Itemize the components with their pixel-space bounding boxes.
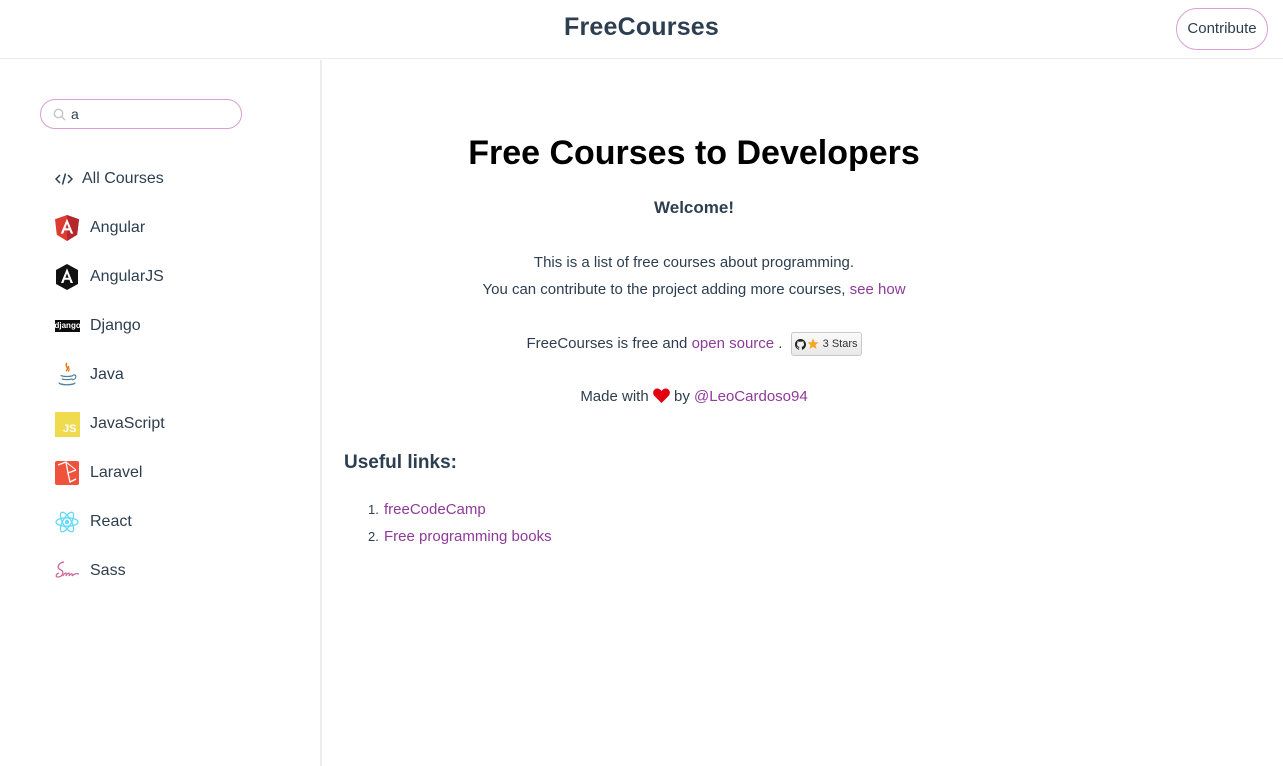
angular-icon [54, 215, 80, 241]
made-with-line: Made with by @LeoCardoso94 [344, 388, 1044, 405]
useful-links-list: 1. freeCodeCamp 2. Free programming book… [368, 496, 552, 550]
contribute-button[interactable]: Contribute [1176, 8, 1268, 50]
sidebar-item-laravel[interactable]: Laravel [54, 458, 142, 488]
contribute-text: You can contribute to the project adding… [482, 281, 846, 298]
page-title: Free Courses to Developers [468, 134, 920, 172]
laravel-icon [54, 460, 80, 486]
free-programming-books-link[interactable]: Free programming books [384, 528, 552, 545]
by-text: by [674, 388, 690, 405]
django-icon: django [54, 320, 81, 332]
star-icon [807, 338, 819, 349]
open-source-link[interactable]: open source [692, 335, 775, 352]
sidebar-item-label: React [90, 513, 132, 530]
brand-title[interactable]: FreeCourses [0, 13, 1283, 42]
sidebar-item-angular[interactable]: Angular [54, 213, 145, 243]
made-with-text: Made with [580, 388, 649, 405]
author-link[interactable]: @LeoCardoso94 [694, 388, 808, 405]
sidebar-item-all-courses[interactable]: All Courses [54, 164, 164, 194]
top-header: FreeCourses Contribute [0, 0, 1283, 59]
angularjs-icon [54, 264, 80, 290]
heart-icon [653, 388, 670, 403]
period-text: . [778, 334, 783, 352]
sidebar-item-label: AngularJS [90, 268, 164, 285]
sidebar-item-sass[interactable]: Sass [54, 556, 126, 586]
sidebar-item-label: Sass [90, 562, 126, 579]
sidebar-item-label: All Courses [82, 170, 164, 187]
welcome-heading: Welcome! [654, 198, 734, 217]
search-box[interactable] [40, 99, 242, 129]
sass-icon [54, 558, 80, 584]
open-source-line: FreeCourses is free and open source . 3 … [344, 332, 1044, 356]
contribute-line: You can contribute to the project adding… [344, 281, 1044, 298]
sidebar-item-label: Django [90, 317, 141, 334]
stars-count: 3 Stars [822, 338, 858, 350]
intro-line: This is a list of free courses about pro… [533, 254, 855, 271]
sidebar-item-label: Laravel [90, 464, 143, 481]
sidebar-item-javascript[interactable]: JS JavaScript [54, 409, 165, 439]
list-number: 2. [368, 529, 379, 544]
java-icon [54, 362, 80, 388]
sidebar-item-label: Angular [90, 219, 146, 236]
javascript-icon: JS [54, 411, 80, 437]
sidebar-item-label: JavaScript [90, 415, 165, 432]
see-how-link[interactable]: see how [850, 281, 906, 298]
sidebar-item-react[interactable]: React [54, 507, 132, 537]
list-item: 1. freeCodeCamp [368, 496, 552, 523]
github-stars-badge[interactable]: 3 Stars [790, 332, 862, 356]
search-icon [53, 108, 66, 121]
search-input[interactable] [71, 104, 231, 124]
free-text: FreeCourses is free and [526, 334, 688, 352]
list-item: 2. Free programming books [368, 523, 552, 550]
react-icon [54, 509, 80, 535]
freecodecamp-link[interactable]: freeCodeCamp [384, 501, 486, 518]
sidebar-item-django[interactable]: django Django [54, 311, 141, 341]
code-icon [54, 166, 74, 192]
list-number: 1. [368, 502, 379, 517]
sidebar: All Courses Angular AngularJS django Dja… [0, 60, 322, 766]
sidebar-item-angularjs[interactable]: AngularJS [54, 262, 164, 292]
sidebar-item-label: Java [90, 366, 124, 383]
github-icon [794, 338, 806, 350]
useful-links-heading: Useful links: [344, 452, 457, 473]
sidebar-item-java[interactable]: Java [54, 360, 124, 390]
